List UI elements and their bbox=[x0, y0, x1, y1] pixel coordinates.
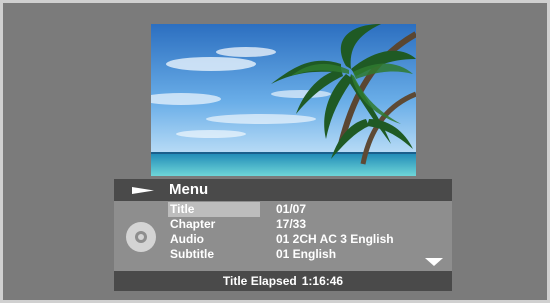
menu-row-chapter[interactable]: Chapter 17/33 bbox=[114, 217, 452, 232]
menu-row-label: Audio bbox=[170, 232, 204, 246]
menu-row-value: 01 2CH AC 3 English bbox=[276, 232, 394, 246]
video-frame-beach-palms bbox=[151, 24, 416, 176]
status-bar: Title Elapsed 1:16:46 bbox=[114, 271, 452, 291]
menu-header: Menu bbox=[114, 179, 452, 201]
title-elapsed-readout: Title Elapsed 1:16:46 bbox=[114, 271, 452, 291]
menu-title: Menu bbox=[169, 181, 209, 198]
menu-row-value: 17/33 bbox=[276, 217, 307, 231]
menu-row-audio[interactable]: Audio 01 2CH AC 3 English bbox=[114, 232, 452, 247]
elapsed-time: 1:16:46 bbox=[301, 274, 344, 288]
video-screen: Menu Title 01/07 Chapter 17/33 Audio 01 … bbox=[3, 3, 547, 300]
play-icon bbox=[132, 187, 154, 194]
menu-row-label: Chapter bbox=[170, 217, 216, 231]
menu-row-label: Subtitle bbox=[170, 247, 214, 261]
menu-row-subtitle[interactable]: Subtitle 01 English bbox=[114, 247, 452, 262]
osd-menu-panel: Menu Title 01/07 Chapter 17/33 Audio 01 … bbox=[114, 179, 452, 291]
chevron-down-icon[interactable] bbox=[425, 258, 443, 266]
menu-row-value: 01/07 bbox=[276, 202, 307, 216]
menu-row-label: Title bbox=[168, 202, 260, 217]
menu-row-value: 01 English bbox=[276, 247, 337, 261]
menu-row-title[interactable]: Title 01/07 bbox=[114, 202, 452, 217]
menu-body: Title 01/07 Chapter 17/33 Audio 01 2CH A… bbox=[114, 201, 452, 271]
elapsed-label: Title Elapsed bbox=[222, 274, 297, 288]
